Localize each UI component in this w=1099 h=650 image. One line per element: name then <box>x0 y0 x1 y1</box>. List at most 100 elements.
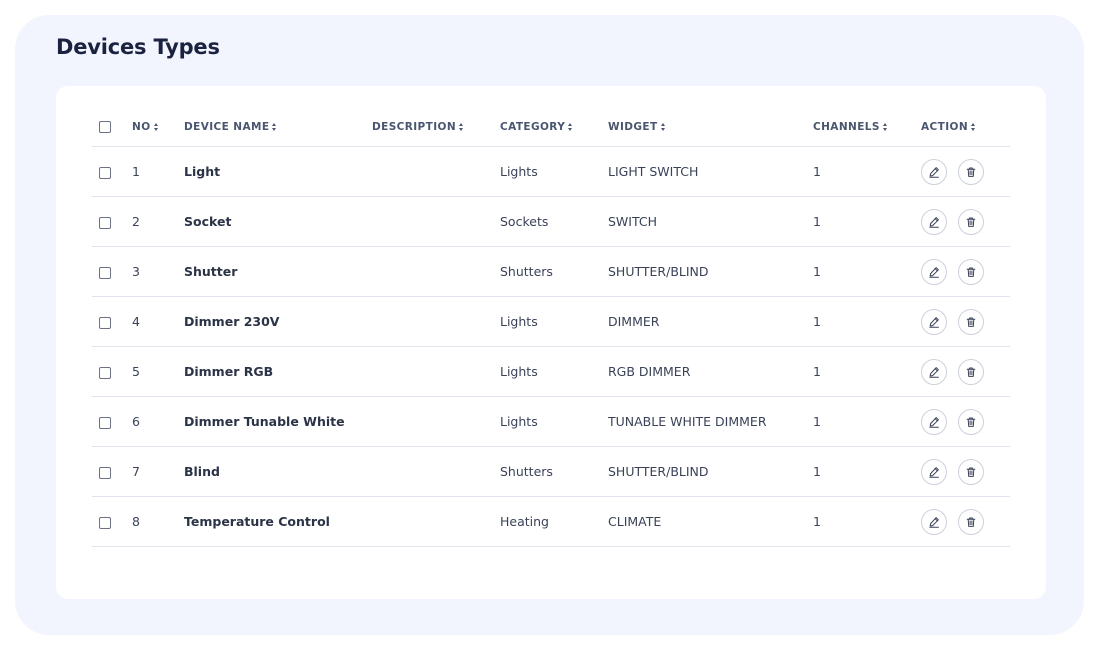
cell-no: 1 <box>132 146 184 197</box>
cell-actions <box>921 146 1010 197</box>
edit-icon <box>928 366 940 378</box>
table-row: 4 Dimmer 230V Lights DIMMER 1 <box>92 296 1010 347</box>
delete-button[interactable] <box>957 358 984 385</box>
cell-category: Lights <box>500 346 608 397</box>
edit-button[interactable] <box>921 408 947 435</box>
row-select-cell <box>92 246 132 297</box>
column-header-widget[interactable]: WIDGET <box>608 108 813 147</box>
sort-icon[interactable] <box>459 123 464 131</box>
delete-button[interactable] <box>957 408 984 435</box>
delete-button[interactable] <box>957 258 984 285</box>
select-all-cell <box>92 108 132 147</box>
cell-device-name: Dimmer Tunable White <box>184 396 372 447</box>
row-checkbox[interactable] <box>99 166 111 179</box>
row-checkbox[interactable] <box>99 316 111 329</box>
cell-actions <box>921 296 1010 347</box>
table-row: 8 Temperature Control Heating CLIMATE 1 <box>92 496 1010 547</box>
devices-table: NO DEVICE NAME DESCRIPTION CATEGORY WIDG… <box>92 108 1010 547</box>
cell-no: 5 <box>132 346 184 397</box>
row-select-cell <box>92 196 132 247</box>
cell-actions <box>921 346 1010 397</box>
edit-icon <box>928 316 940 328</box>
edit-button[interactable] <box>921 258 947 285</box>
cell-device-name: Dimmer 230V <box>184 296 372 347</box>
cell-actions <box>921 246 1010 297</box>
row-checkbox[interactable] <box>99 266 111 279</box>
cell-description <box>372 396 500 447</box>
row-checkbox[interactable] <box>99 516 111 529</box>
row-select-cell <box>92 396 132 447</box>
cell-widget: TUNABLE WHITE DIMMER <box>608 396 813 447</box>
cell-category: Sockets <box>500 196 608 247</box>
edit-button[interactable] <box>921 158 947 185</box>
trash-icon <box>965 216 977 228</box>
table-row: 2 Socket Sockets SWITCH 1 <box>92 196 1010 247</box>
delete-button[interactable] <box>957 208 984 235</box>
cell-description <box>372 346 500 397</box>
column-header-action[interactable]: ACTION <box>921 108 1010 147</box>
cell-no: 3 <box>132 246 184 297</box>
column-header-no[interactable]: NO <box>132 108 184 147</box>
sort-icon[interactable] <box>971 123 976 131</box>
edit-button[interactable] <box>921 308 947 335</box>
sort-icon[interactable] <box>272 123 277 131</box>
row-select-cell <box>92 296 132 347</box>
cell-actions <box>921 196 1010 247</box>
sort-icon[interactable] <box>882 123 887 131</box>
row-checkbox[interactable] <box>99 416 111 429</box>
edit-button[interactable] <box>921 458 947 485</box>
column-header-device-name[interactable]: DEVICE NAME <box>184 108 372 147</box>
row-select-cell <box>92 446 132 497</box>
devices-table-card: NO DEVICE NAME DESCRIPTION CATEGORY WIDG… <box>56 86 1046 599</box>
row-select-cell <box>92 146 132 197</box>
cell-description <box>372 246 500 297</box>
cell-widget: SHUTTER/BLIND <box>608 246 813 297</box>
cell-channels: 1 <box>813 396 921 447</box>
edit-icon <box>928 466 940 478</box>
trash-icon <box>965 466 977 478</box>
column-header-label: DEVICE NAME <box>184 121 270 133</box>
page-title: Devices Types <box>56 35 220 59</box>
cell-device-name: Temperature Control <box>184 496 372 547</box>
delete-button[interactable] <box>957 308 984 335</box>
cell-description <box>372 146 500 197</box>
column-header-label: CATEGORY <box>500 121 566 133</box>
row-checkbox[interactable] <box>99 366 111 379</box>
edit-button[interactable] <box>921 508 947 535</box>
cell-channels: 1 <box>813 196 921 247</box>
sort-icon[interactable] <box>568 123 573 131</box>
delete-button[interactable] <box>957 158 984 185</box>
select-all-checkbox[interactable] <box>99 121 111 133</box>
trash-icon <box>965 516 977 528</box>
cell-channels: 1 <box>813 496 921 547</box>
column-header-channels[interactable]: CHANNELS <box>813 108 921 147</box>
cell-description <box>372 296 500 347</box>
trash-icon <box>965 366 977 378</box>
cell-widget: CLIMATE <box>608 496 813 547</box>
cell-channels: 1 <box>813 346 921 397</box>
column-header-label: WIDGET <box>608 121 658 133</box>
row-checkbox[interactable] <box>99 466 111 479</box>
cell-no: 8 <box>132 496 184 547</box>
sort-icon[interactable] <box>660 123 665 131</box>
column-header-category[interactable]: CATEGORY <box>500 108 608 147</box>
cell-no: 7 <box>132 446 184 497</box>
row-checkbox[interactable] <box>99 216 111 229</box>
cell-actions <box>921 496 1010 547</box>
cell-device-name: Socket <box>184 196 372 247</box>
cell-category: Lights <box>500 146 608 197</box>
cell-device-name: Light <box>184 146 372 197</box>
table-row: 1 Light Lights LIGHT SWITCH 1 <box>92 146 1010 197</box>
cell-category: Lights <box>500 396 608 447</box>
column-header-description[interactable]: DESCRIPTION <box>372 108 500 147</box>
delete-button[interactable] <box>957 508 984 535</box>
edit-button[interactable] <box>921 358 947 385</box>
table-row: 3 Shutter Shutters SHUTTER/BLIND 1 <box>92 246 1010 297</box>
cell-category: Lights <box>500 296 608 347</box>
cell-widget: DIMMER <box>608 296 813 347</box>
edit-button[interactable] <box>921 208 947 235</box>
cell-category: Shutters <box>500 446 608 497</box>
cell-widget: RGB DIMMER <box>608 346 813 397</box>
delete-button[interactable] <box>957 458 984 485</box>
sort-icon[interactable] <box>153 123 158 131</box>
